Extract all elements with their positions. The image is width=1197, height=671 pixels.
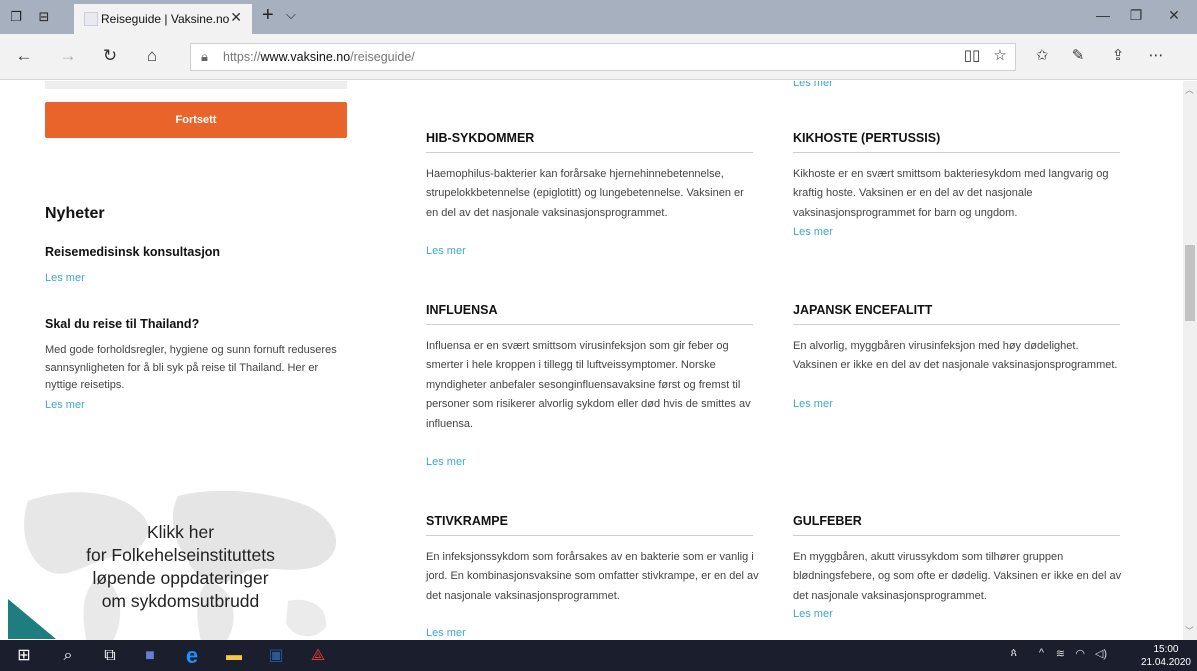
share-icon[interactable]: ⇪ [1108, 46, 1128, 64]
wifi-icon[interactable]: ◠ [1075, 647, 1085, 660]
tab-title: Reiseguide | Vaksine.no [101, 12, 230, 26]
scroll-thumb[interactable] [1185, 245, 1195, 321]
disease-text: Haemophilus-bakterier kan forårsake hjer… [426, 168, 744, 219]
back-icon[interactable]: ← [12, 46, 36, 66]
disease-title[interactable]: STIVKRAMPE [426, 514, 753, 536]
network-icon[interactable]: ≋ [1056, 647, 1065, 660]
read-more-link[interactable]: Les mer [426, 245, 466, 257]
read-more-link[interactable]: Les mer [793, 398, 833, 410]
chevron-down-icon[interactable]: ⌵ [286, 7, 296, 23]
search-icon[interactable]: ⌕ [48, 640, 88, 671]
read-more-link[interactable]: Les mer [793, 608, 833, 620]
favicon-icon [84, 12, 98, 26]
scroll-up-icon[interactable]: ︿ [1185, 83, 1194, 96]
disease-title[interactable]: JAPANSK ENCEFALITT [793, 303, 1120, 325]
continue-button[interactable]: Fortsett [45, 102, 347, 138]
clock[interactable]: 15:00 21.04.2020 [1141, 643, 1191, 669]
address-bar: ← → ↻ ⌂ 🔒︎ https://www.vaksine.no/reiseg… [0, 34, 1197, 80]
word-icon[interactable]: ▣ [256, 640, 296, 671]
url-input[interactable]: 🔒︎ https://www.vaksine.no/reiseguide/ [190, 43, 1016, 71]
windows-start-icon[interactable]: ⊞ [4, 640, 44, 671]
news-title[interactable]: Skal du reise til Thailand? [45, 317, 199, 331]
acrobat-icon[interactable]: ⟁ [298, 640, 338, 671]
refresh-icon[interactable]: ↻ [98, 46, 122, 66]
vertical-scrollbar[interactable]: ︿ ﹀ [1183, 81, 1197, 640]
page-content: Fortsett Nyheter Reisemedisinsk konsulta… [0, 81, 1197, 640]
promo-text: Klikk her for Folkehelseinstituttets løp… [86, 522, 275, 611]
people-icon[interactable]: ጰ [1010, 647, 1017, 660]
disease-title[interactable]: INFLUENSA [426, 303, 753, 325]
task-view-icon[interactable]: ⧉ [90, 640, 130, 671]
tab-bar: ❐ ⊟ Reiseguide | Vaksine.no ✕ + ⌵ — ❐ ✕ [0, 0, 1197, 34]
outbreak-promo-banner[interactable]: Klikk her for Folkehelseinstituttets løp… [8, 481, 353, 640]
disease-text: Influensa er en svært smittsom virusinfe… [426, 340, 751, 430]
url-text: https://www.vaksine.no/reiseguide/ [223, 50, 415, 64]
disease-text: En infeksjonssykdom som forårsakes av en… [426, 551, 759, 602]
read-more-link[interactable]: Les mer [793, 226, 833, 238]
tab-preview-icon[interactable]: ⊟ [36, 9, 52, 25]
show-hidden-icon[interactable]: ^ [1039, 647, 1044, 659]
edge-icon[interactable]: e [172, 640, 212, 671]
reading-view-icon[interactable]: ▯▯ [962, 46, 982, 64]
close-tab-icon[interactable]: ✕ [230, 9, 242, 26]
taskbar: ⊞ ⌕ ⧉ ■ e ▬ ▣ ⟁ ጰ ^ ≋ ◠ ◁) 15:00 21.04.2… [0, 640, 1197, 671]
disease-title[interactable]: GULFEBER [793, 514, 1120, 536]
read-more-link[interactable]: Les mer [45, 272, 85, 284]
read-more-link[interactable]: Les mer [426, 456, 466, 468]
tab-actions-icon[interactable]: ❐ [8, 9, 24, 25]
new-tab-icon[interactable]: + [262, 4, 274, 27]
close-window-icon[interactable]: ✕ [1151, 7, 1197, 24]
more-icon[interactable]: ⋯ [1146, 46, 1166, 64]
pen-icon[interactable]: ✎ [1068, 46, 1088, 64]
favorite-star-icon[interactable]: ☆ [990, 46, 1010, 64]
news-title[interactable]: Reisemedisinsk konsultasjon [45, 245, 220, 259]
disease-text: En alvorlig, myggbåren virusinfeksjon me… [793, 340, 1118, 372]
home-icon[interactable]: ⌂ [140, 46, 164, 66]
tab-reiseguide[interactable]: Reiseguide | Vaksine.no ✕ [74, 4, 252, 34]
lock-icon: 🔒︎ [201, 49, 208, 64]
read-more-link[interactable]: Les mer [426, 627, 466, 639]
volume-icon[interactable]: ◁) [1095, 647, 1107, 660]
read-more-link[interactable]: Les mer [45, 399, 85, 411]
disease-text: Kikhoste er en svært smittsom bakteriesy… [793, 168, 1109, 219]
disease-title[interactable]: KIKHOSTE (PERTUSSIS) [793, 131, 1120, 153]
teams-icon[interactable]: ■ [130, 640, 170, 671]
news-heading: Nyheter [45, 205, 105, 222]
favorites-hub-icon[interactable]: ✩ [1032, 46, 1052, 64]
file-explorer-icon[interactable]: ▬ [214, 640, 254, 671]
input-field[interactable] [45, 81, 347, 89]
disease-text: En myggbåren, akutt virussykdom som tilh… [793, 551, 1122, 602]
forward-icon[interactable]: → [56, 46, 80, 66]
disease-title[interactable]: HIB-SYKDOMMER [426, 131, 753, 153]
scroll-down-icon[interactable]: ﹀ [1185, 624, 1194, 637]
news-text: Med gode forholdsregler, hygiene og sunn… [45, 344, 337, 391]
read-more-link[interactable]: Les mer [793, 81, 833, 89]
